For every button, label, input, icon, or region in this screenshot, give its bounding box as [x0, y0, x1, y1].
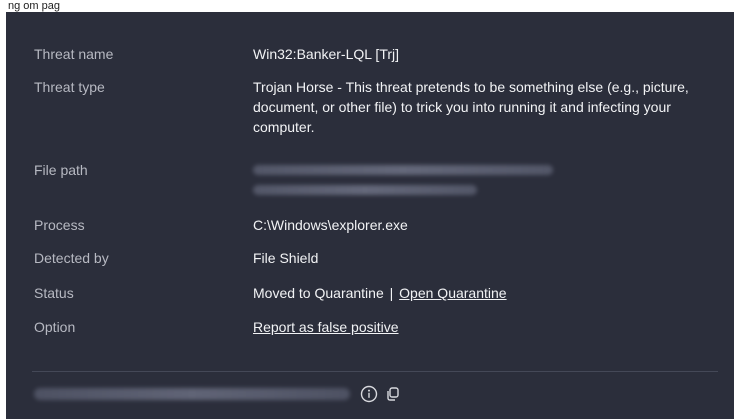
status-text: Moved to Quarantine — [253, 285, 384, 301]
open-quarantine-link[interactable]: Open Quarantine — [399, 285, 506, 301]
option-value: Report as false positive — [253, 317, 708, 337]
option-label: Option — [34, 319, 76, 335]
process-label: Process — [34, 217, 85, 233]
process-value: C:\Windows\explorer.exe — [253, 217, 408, 233]
threat-name-label: Threat name — [34, 46, 114, 62]
status-label: Status — [34, 285, 74, 301]
threat-details-panel: Threat name Win32:Banker-LQL [Trj] Threa… — [6, 12, 734, 419]
threat-type-value: Trojan Horse - This threat pretends to b… — [253, 79, 689, 135]
redacted-line-2 — [253, 185, 477, 195]
partial-caption-text: ng om pag — [8, 0, 60, 12]
detected-by-label: Detected by — [34, 250, 109, 266]
redacted-line-1 — [253, 165, 553, 175]
file-path-value-redacted — [253, 160, 708, 195]
footer-divider — [32, 371, 718, 372]
status-value: Moved to Quarantine | Open Quarantine — [253, 283, 708, 303]
threat-type-label: Threat type — [34, 79, 105, 95]
copy-icon[interactable] — [384, 385, 402, 403]
info-icon[interactable] — [360, 385, 378, 403]
redacted-detection-id — [34, 388, 350, 400]
status-separator: | — [389, 285, 394, 301]
report-false-positive-link[interactable]: Report as false positive — [253, 319, 399, 335]
threat-name-value: Win32:Banker-LQL [Trj] — [253, 46, 400, 62]
detected-by-value: File Shield — [253, 250, 319, 266]
file-path-label: File path — [34, 162, 88, 178]
